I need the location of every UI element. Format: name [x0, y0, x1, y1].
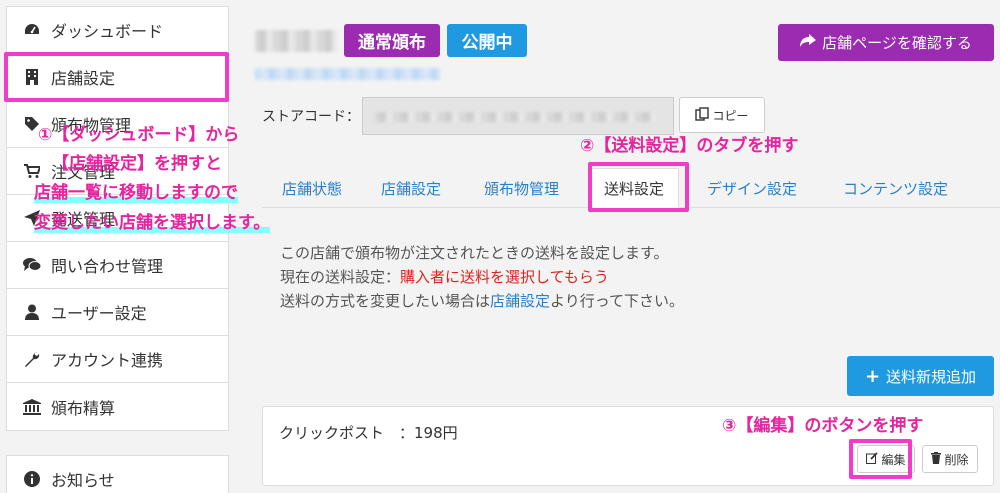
share-arrow-icon	[800, 33, 817, 52]
badge-distribution-type: 通常頒布	[344, 24, 440, 57]
sidebar-item-account-link[interactable]: アカウント連携	[7, 336, 228, 383]
annotation-step1-line3: 店舗一覧に移動しますので	[34, 178, 238, 203]
info-icon	[23, 470, 41, 488]
annotation-step1-line2: 【店舗設定】を押すと	[52, 154, 222, 174]
tab-store-settings[interactable]: 店舗設定	[381, 168, 441, 208]
sidebar-item-inquiries[interactable]: 問い合わせ管理	[7, 242, 228, 289]
description-line-1: この店舗で頒布物が注文されたときの送料を設定します。	[280, 244, 669, 262]
user-icon	[23, 303, 41, 321]
highlight-shipping-tab	[588, 162, 689, 212]
store-name-blurred	[255, 30, 337, 52]
annotation-step1-line4: 変更したい店舗を選択します。	[34, 208, 271, 233]
shipping-description: この店舗で頒布物が注文されたときの送料を設定します。 現在の送料設定：購入者に送…	[280, 241, 684, 313]
sidebar-item-dashboard[interactable]: ダッシュボード	[7, 7, 228, 54]
sidebar-item-label: ユーザー設定	[51, 304, 147, 323]
sidebar-item-settlement[interactable]: 頒布精算	[7, 383, 228, 430]
tab-store-status[interactable]: 店舗状態	[282, 168, 342, 208]
change-method-text: 送料の方式を変更したい場合は	[280, 292, 491, 310]
sidebar-news: お知らせ	[6, 455, 229, 493]
annotation-step1-line4-text: 変更したい店舗を選択します。	[34, 213, 271, 233]
description-line-2: 現在の送料設定：購入者に送料を選択してもらう	[280, 265, 684, 289]
annotation-step1-line1: ①【ダッシュボード】から	[38, 125, 240, 145]
add-shipping-button[interactable]: + 送料新規追加	[847, 356, 994, 396]
highlight-store-settings	[4, 52, 229, 102]
change-method-suffix: より行って下さい。	[550, 292, 684, 310]
badge-public-status: 公開中	[447, 24, 527, 57]
sidebar-item-label: お知らせ	[51, 470, 115, 490]
comments-icon	[23, 256, 41, 274]
plus-icon: +	[864, 365, 881, 387]
delete-button[interactable]: 削除	[922, 445, 978, 473]
add-shipping-label: 送料新規追加	[886, 367, 977, 386]
sidebar-item-user-settings[interactable]: ユーザー設定	[7, 289, 228, 336]
sidebar-item-label: ダッシュボード	[51, 22, 164, 41]
copy-icon	[695, 106, 710, 124]
store-settings-link[interactable]: 店舗設定	[490, 292, 550, 310]
wrench-icon	[23, 350, 41, 368]
copy-button[interactable]: コピー	[679, 97, 765, 133]
bank-icon	[23, 398, 41, 416]
confirm-store-page-button[interactable]: 店舗ページを確認する	[778, 24, 994, 61]
sidebar-item-label: 問い合わせ管理	[51, 257, 164, 276]
annotation-step3: ③【編集】のボタンを押す	[722, 416, 924, 436]
sidebar-item-label: アカウント連携	[51, 351, 164, 370]
dashboard-icon	[23, 21, 41, 39]
copy-label: コピー	[712, 108, 749, 123]
confirm-store-page-label: 店舗ページを確認する	[822, 34, 972, 52]
store-code-label: ストアコード：	[262, 109, 360, 125]
app-root: ダッシュボード 店舗設定 頒布物管理 注文管理 発送管理 問い合わせ管理 ユーザ…	[0, 0, 1000, 493]
tab-content-settings[interactable]: コンテンツ設定	[843, 168, 948, 208]
tab-items[interactable]: 頒布物管理	[484, 168, 559, 208]
annotation-step2: ②【送料設定】のタブを押す	[580, 136, 799, 156]
description-line-3: 送料の方式を変更したい場合は店舗設定より行って下さい。	[280, 289, 684, 313]
trash-icon	[931, 451, 942, 467]
annotation-step1-line3-text: 店舗一覧に移動しますので	[34, 183, 238, 203]
store-code-input[interactable]	[362, 97, 674, 135]
shipping-item-name: クリックポスト ：198円	[279, 424, 458, 442]
sidebar-item-news[interactable]: お知らせ	[7, 456, 228, 493]
store-url-blurred	[255, 68, 440, 80]
store-code-value-blurred	[375, 112, 655, 122]
delete-label: 削除	[944, 452, 969, 467]
highlight-edit-button	[849, 439, 912, 479]
sidebar-item-label: 頒布精算	[51, 398, 116, 418]
tab-design-settings[interactable]: デザイン設定	[707, 168, 797, 208]
current-setting-label: 現在の送料設定：	[280, 268, 401, 286]
current-setting-value: 購入者に送料を選択してもらう	[400, 268, 609, 286]
